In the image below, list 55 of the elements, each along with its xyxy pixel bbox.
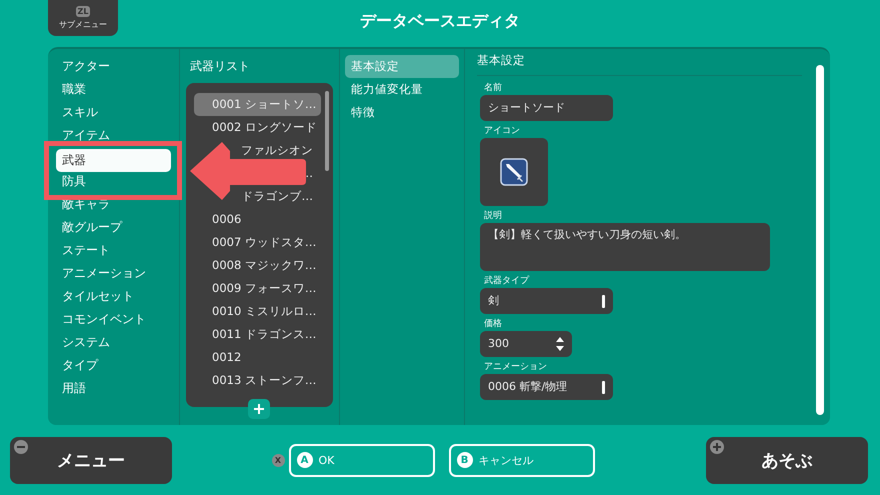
- category-item[interactable]: 防具: [56, 170, 171, 193]
- weapon-item[interactable]: 0009 フォースワ…: [194, 277, 321, 300]
- category-item[interactable]: アクター: [56, 55, 171, 78]
- add-button[interactable]: [248, 399, 270, 419]
- minus-icon: [14, 440, 28, 454]
- weapon-item[interactable]: 0006: [194, 208, 321, 231]
- weapon-item[interactable]: 0007 ウッドスタ…: [194, 231, 321, 254]
- weapon-item[interactable]: 0013 ストーンフ…: [194, 369, 321, 392]
- x-key-badge: X: [272, 454, 284, 466]
- category-item[interactable]: システム: [56, 331, 171, 354]
- category-item[interactable]: タイルセット: [56, 285, 171, 308]
- category-item[interactable]: 武器: [56, 149, 171, 172]
- category-item[interactable]: タイプ: [56, 354, 171, 377]
- text-field[interactable]: ショートソード: [480, 95, 613, 121]
- weapon-item[interactable]: 0008 マジックワ…: [194, 254, 321, 277]
- field-label: アイコン: [484, 125, 520, 138]
- field-label: 説明: [484, 210, 502, 223]
- scrollbar[interactable]: [816, 65, 824, 415]
- weapon-item[interactable]: 0010 ミスリルロ…: [194, 300, 321, 323]
- weapon-item[interactable]: 0012: [194, 346, 321, 369]
- section-title: 基本設定: [477, 53, 802, 76]
- category-item[interactable]: 職業: [56, 78, 171, 101]
- weapon-item[interactable]: ドラゴンブ…: [242, 185, 321, 208]
- tab[interactable]: 能力値変化量: [345, 78, 459, 101]
- category-item[interactable]: アニメーション: [56, 262, 171, 285]
- scrollbar[interactable]: [325, 91, 329, 171]
- category-item[interactable]: 敵グループ: [56, 216, 171, 239]
- plus-icon: [254, 404, 264, 414]
- play-button[interactable]: あそぶ: [706, 436, 868, 484]
- field-label: 名前: [484, 82, 502, 95]
- field-label: 武器タイプ: [484, 275, 529, 288]
- field-label: アニメーション: [484, 361, 547, 374]
- category-item[interactable]: スキル: [56, 101, 171, 124]
- weapon-item[interactable]: 0011 ドラゴンス…: [194, 323, 321, 346]
- description-field[interactable]: 【剣】軽くて扱いやすい刀身の短い剣。: [480, 223, 770, 271]
- plus-icon: [710, 440, 724, 454]
- dropdown[interactable]: 剣: [480, 288, 613, 314]
- field-label: 価格: [484, 318, 502, 331]
- category-item[interactable]: ステート: [56, 239, 171, 262]
- submenu-button[interactable]: ZL サブメニュー: [48, 0, 118, 36]
- category-item[interactable]: アイテム: [56, 124, 171, 147]
- category-item[interactable]: コモンイベント: [56, 308, 171, 331]
- list-title: 武器リスト: [190, 58, 251, 75]
- weapon-item[interactable]: ファルシオン: [241, 139, 321, 162]
- window-title: データベースエディタ: [360, 11, 520, 32]
- number-field[interactable]: 300: [480, 331, 572, 357]
- dropdown[interactable]: 0006 斬撃/物理: [480, 374, 613, 400]
- menu-button[interactable]: メニュー: [10, 436, 172, 484]
- weapon-item[interactable]: 0001 ショートソ…: [194, 93, 321, 116]
- spinner-icon[interactable]: [556, 336, 564, 352]
- sword-icon: [500, 158, 528, 186]
- tab[interactable]: 特徴: [345, 101, 459, 124]
- category-item[interactable]: 用語: [56, 377, 171, 400]
- weapon-item[interactable]: 0002 ロングソード: [194, 116, 321, 139]
- icon-picker[interactable]: [480, 138, 548, 206]
